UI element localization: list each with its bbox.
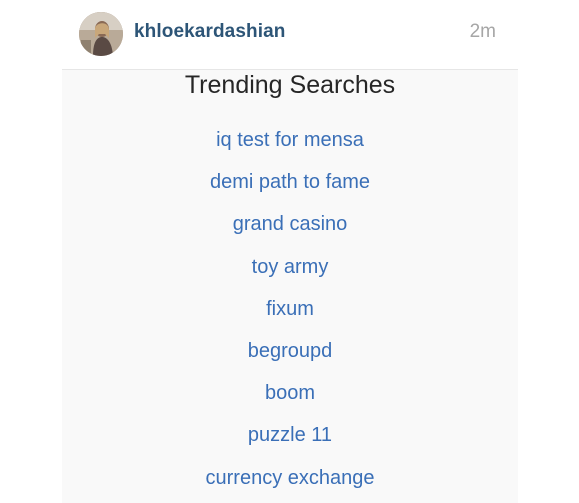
post-timestamp: 2m [469, 21, 496, 42]
post-header: khloekardashian 2m [62, 0, 518, 70]
trending-search-link[interactable]: iq test for mensa [62, 123, 518, 165]
avatar[interactable] [79, 12, 123, 56]
page: khloekardashian 2m Trending Searches iq … [0, 0, 579, 503]
trending-search-link[interactable]: toy army [62, 250, 518, 292]
trending-search-link[interactable]: puzzle 11 [62, 418, 518, 460]
username-link[interactable]: khloekardashian [134, 21, 285, 43]
trending-list: iq test for mensa demi path to fame grand … [62, 123, 518, 503]
trending-search-link[interactable]: boom [62, 376, 518, 418]
trending-search-link[interactable]: demi path to fame [62, 165, 518, 207]
trending-title-wrap: Trending Searches [62, 70, 518, 100]
trending-search-link[interactable]: currency exchange [62, 461, 518, 503]
trending-searches-title: Trending Searches [184, 71, 396, 99]
avatar-photo-icon [79, 12, 123, 56]
trending-search-link[interactable]: begroupd [62, 334, 518, 376]
trending-search-link[interactable]: fixum [62, 292, 518, 334]
trending-search-link[interactable]: grand casino [62, 207, 518, 249]
